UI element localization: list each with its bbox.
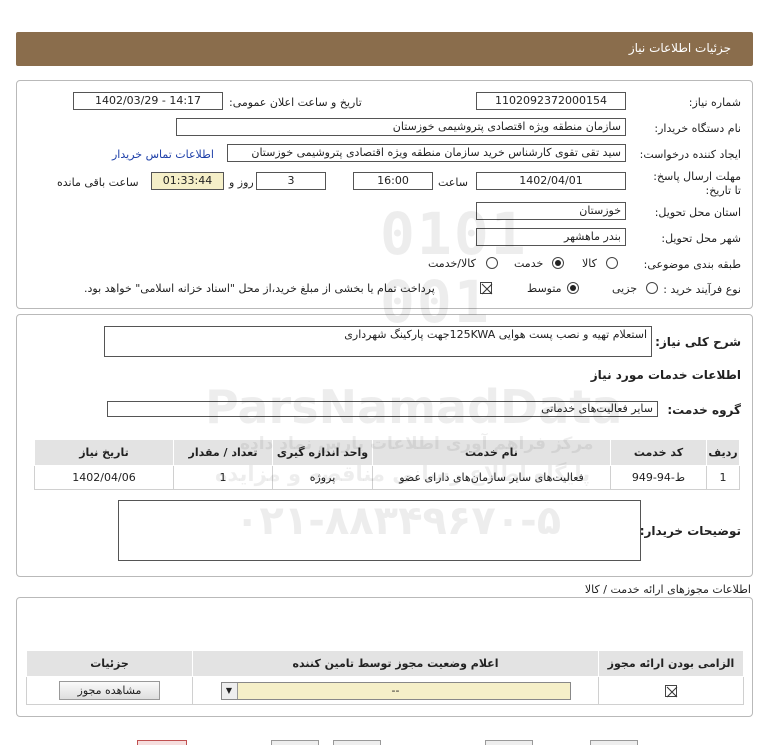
city-field: بندر ماهشهر: [476, 228, 626, 246]
remaining-label: ساعت باقی مانده: [57, 176, 139, 189]
need-info-panel: [16, 80, 753, 309]
services-section-title: اطلاعات خدمات مورد نیاز: [590, 368, 741, 382]
treasury-note: پرداخت تمام یا بخشی از مبلغ خرید،از محل …: [84, 282, 435, 295]
bottom-button-4[interactable]: [485, 740, 533, 745]
permit-status-select[interactable]: ▼ --: [220, 681, 571, 700]
time-label: ساعت: [438, 176, 468, 189]
buyer-contact-link[interactable]: اطلاعات تماس خریدار: [112, 148, 214, 161]
cell-qty: 1: [173, 465, 273, 490]
service-group-label: گروه خدمت:: [667, 403, 741, 417]
creator-field: سید تقی تقوی کارشناس خرید سازمان منطقه و…: [227, 144, 626, 162]
announce-label: تاریخ و ساعت اعلان عمومی:: [229, 96, 362, 109]
col-qty: تعداد / مقدار: [173, 439, 273, 466]
cell-code: ط-94-949: [610, 465, 707, 490]
page-header: جزئیات اطلاعات نیاز: [16, 32, 753, 66]
permits-title: اطلاعات مجوزهای ارائه خدمت / کالا: [584, 583, 751, 596]
buyer-org-label: نام دستگاه خریدار:: [654, 122, 741, 135]
days-field: 3: [256, 172, 326, 190]
description-label: شرح کلی نیاز:: [655, 335, 741, 349]
bottom-button-5[interactable]: [590, 740, 638, 745]
permit-status-value: --: [391, 683, 400, 697]
col-permit-status: اعلام وضعیت مجوز توسط تامین کننده: [192, 650, 599, 677]
province-label: استان محل تحویل:: [654, 206, 741, 219]
need-number-field: 1102092372000154: [476, 92, 626, 110]
category-radio-goods[interactable]: [606, 257, 618, 269]
permit-required-checkbox[interactable]: [665, 685, 678, 698]
category-service-label: خدمت: [514, 257, 544, 270]
checkbox-x-icon: [481, 283, 493, 295]
process-radio-medium[interactable]: [567, 282, 579, 294]
page-title: جزئیات اطلاعات نیاز: [628, 41, 731, 55]
services-table: ردیف کد خدمت نام خدمت واحد اندازه گیری ت…: [34, 439, 740, 490]
city-label: شهر محل تحویل:: [661, 232, 741, 245]
cell-row: 1: [706, 465, 740, 490]
creator-label: ایجاد کننده درخواست:: [639, 148, 741, 161]
process-minor-label: جزیی: [612, 282, 638, 295]
col-permit-details: جزئیات: [26, 650, 193, 677]
view-permit-button[interactable]: مشاهده مجوز: [58, 681, 161, 700]
table-row: ▼ -- مشاهده مجوز: [26, 676, 744, 705]
process-label: نوع فرآیند خرید :: [663, 283, 741, 296]
bottom-button-3[interactable]: [333, 740, 381, 745]
service-group-field: سایر فعالیت‌های خدماتی: [107, 401, 658, 417]
table-row: 1 ط-94-949 فعالیت‌های سایر سازمان‌های دا…: [34, 465, 740, 490]
checkbox-x-icon: [666, 686, 678, 698]
need-number-label: شماره نیاز:: [688, 96, 741, 109]
deadline-label: مهلت ارسال پاسخ: تا تاریخ:: [653, 170, 741, 197]
days-label: روز و: [229, 176, 254, 189]
cell-unit: پروژه: [272, 465, 373, 490]
chevron-down-icon[interactable]: ▼: [221, 682, 238, 699]
cell-date: 1402/04/06: [34, 465, 174, 490]
description-field: استعلام تهیه و نصب پست هوایی 125KWAجهت پ…: [104, 326, 652, 357]
category-both-label: کالا/خدمت: [428, 257, 476, 270]
col-unit: واحد اندازه گیری: [272, 439, 373, 466]
buyer-org-field: سازمان منطقه ویژه اقتصادی پتروشیمی خوزست…: [176, 118, 626, 136]
category-label: طبقه بندی موضوعی:: [643, 258, 741, 271]
col-code: کد خدمت: [610, 439, 707, 466]
buyer-notes-label: توضیحات خریدار:: [639, 524, 741, 538]
category-radio-both[interactable]: [486, 257, 498, 269]
cell-name: فعالیت‌های سایر سازمان‌های دارای عضو: [372, 465, 611, 490]
bottom-button-1[interactable]: [137, 740, 187, 745]
province-field: خوزستان: [476, 202, 626, 220]
col-row: ردیف: [706, 439, 740, 466]
col-permit-required: الزامی بودن ارائه مجوز: [598, 650, 744, 677]
process-radio-minor[interactable]: [646, 282, 658, 294]
deadline-time-field: 16:00: [353, 172, 433, 190]
permits-table: الزامی بودن ارائه مجوز اعلام وضعیت مجوز …: [26, 650, 744, 705]
treasury-checkbox[interactable]: [480, 282, 493, 295]
category-goods-label: کالا: [582, 257, 597, 270]
remaining-time-field: 01:33:44: [151, 172, 224, 190]
process-medium-label: متوسط: [527, 282, 562, 295]
col-name: نام خدمت: [372, 439, 611, 466]
category-radio-service[interactable]: [552, 257, 564, 269]
buyer-notes-field: [118, 500, 641, 561]
bottom-button-2[interactable]: [271, 740, 319, 745]
deadline-date-field: 1402/04/01: [476, 172, 626, 190]
announce-field: 1402/03/29 - 14:17: [73, 92, 223, 110]
col-date: تاریخ نیاز: [34, 439, 174, 466]
